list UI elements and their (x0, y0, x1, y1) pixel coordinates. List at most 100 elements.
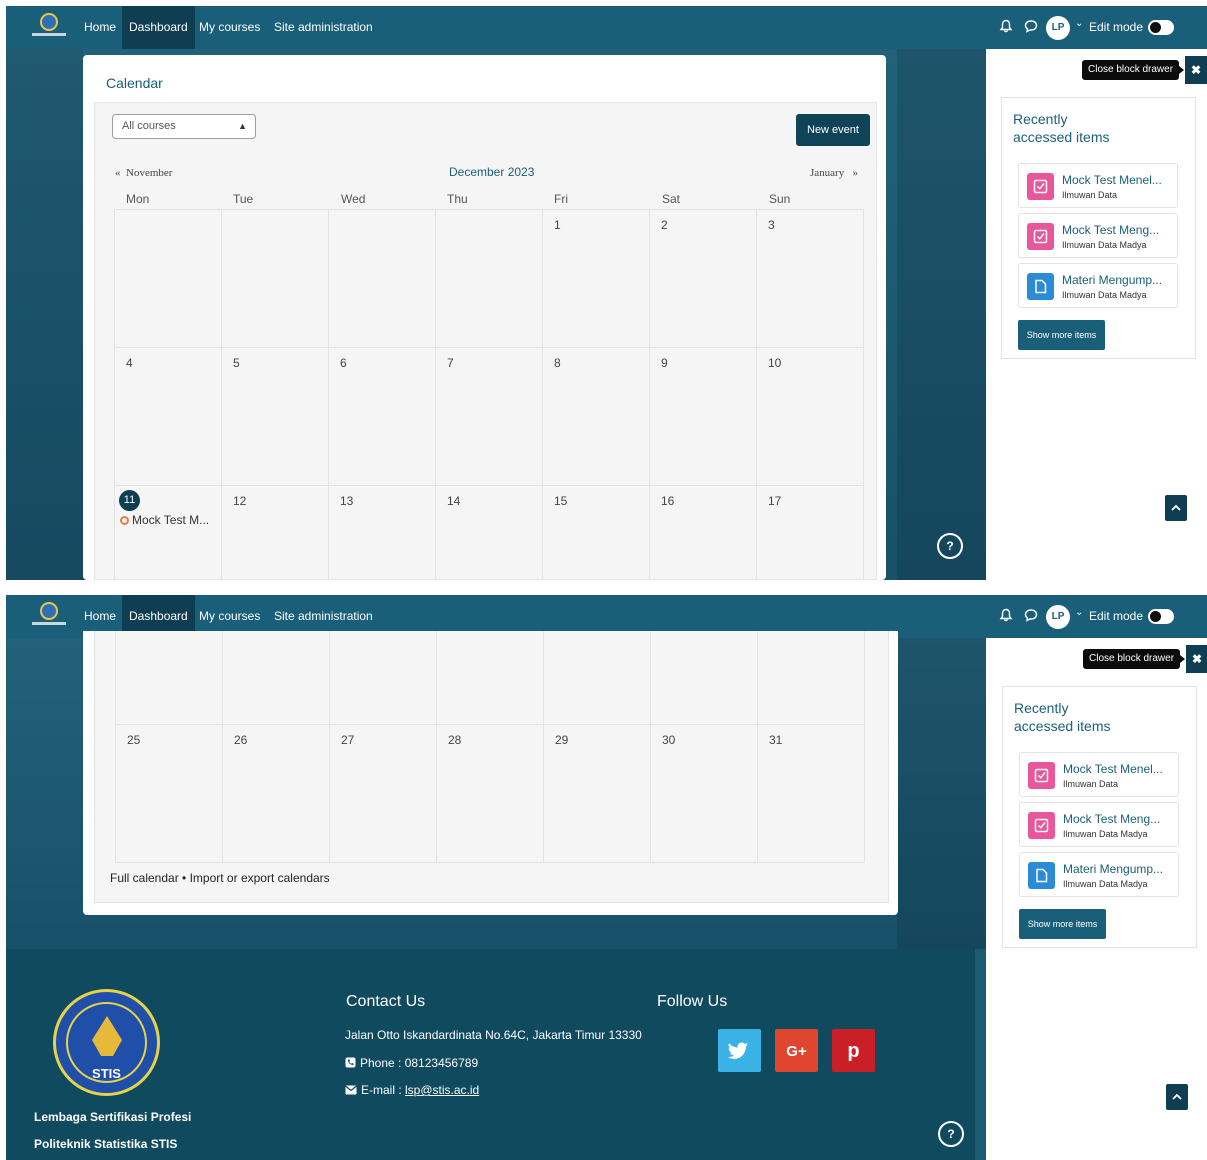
screenshot-bottom: Home Dashboard My courses Site administr… (6, 595, 1207, 1160)
import-export-link[interactable]: Import or export calendars (190, 871, 330, 885)
day-cell[interactable]: 8 (542, 348, 650, 486)
nav-dashboard[interactable]: Dashboard (122, 6, 195, 49)
messages-icon[interactable] (1024, 608, 1038, 622)
show-more-items-button[interactable]: Show more items (1019, 909, 1106, 939)
calendar-footer-links: Full calendar • Import or export calenda… (110, 871, 330, 885)
day-cell[interactable] (757, 631, 865, 725)
day-cell[interactable]: 15 (542, 486, 650, 580)
stis-logo: STIS (53, 989, 160, 1096)
twitter-button[interactable] (718, 1029, 761, 1072)
user-menu-chevron-down-icon[interactable]: ⌄ (1075, 18, 1083, 29)
nav-my-courses[interactable]: My courses (192, 6, 267, 49)
day-number: 25 (127, 733, 141, 747)
recently-accessed-block: Recently accessed items Mock Test Menel..… (1002, 686, 1197, 948)
day-cell[interactable] (650, 631, 758, 725)
recent-item-name: Mock Test Meng... (1062, 223, 1160, 237)
recent-item[interactable]: Mock Test Menel... Ilmuwan Data (1019, 752, 1179, 797)
day-number: 8 (554, 356, 561, 370)
day-cell[interactable]: 16 (649, 486, 757, 580)
day-cell[interactable]: 5 (221, 348, 329, 486)
close-drawer-button[interactable]: ✖ (1185, 56, 1207, 84)
day-cell[interactable] (329, 631, 437, 725)
notification-bell-icon[interactable] (999, 608, 1013, 622)
day-number: 1 (554, 218, 561, 232)
day-cell[interactable]: 10 (756, 348, 864, 486)
course-filter-select[interactable]: All courses ▲︎ (112, 114, 256, 139)
day-number: 13 (340, 494, 354, 508)
day-cell[interactable] (328, 210, 436, 348)
notification-bell-icon[interactable] (999, 19, 1013, 33)
recent-item[interactable]: Mock Test Menel... Ilmuwan Data (1018, 163, 1178, 208)
day-cell[interactable]: 28 (436, 725, 544, 863)
edit-mode-toggle[interactable] (1148, 609, 1174, 624)
recent-item[interactable]: Mock Test Meng... Ilmuwan Data Madya (1018, 213, 1178, 258)
calendar-card: 25 26 27 28 29 30 31 Full calendar • Imp… (83, 631, 898, 915)
contact-heading: Contact Us (346, 993, 426, 1010)
help-button[interactable]: ? (938, 1121, 964, 1147)
day-cell[interactable]: 7 (435, 348, 543, 486)
day-cell[interactable]: 12 (221, 486, 329, 580)
day-cell[interactable]: 27 (329, 725, 437, 863)
nav-site-administration[interactable]: Site administration (267, 6, 380, 49)
day-cell[interactable]: 25 (115, 725, 223, 863)
full-calendar-link[interactable]: Full calendar (110, 871, 179, 885)
recent-item-name: Materi Mengump... (1063, 862, 1164, 876)
day-cell[interactable]: 2 (649, 210, 757, 348)
day-number: 2 (661, 218, 668, 232)
help-button[interactable]: ? (937, 533, 963, 559)
day-cell[interactable]: 26 (222, 725, 330, 863)
day-number: 26 (234, 733, 248, 747)
recent-item[interactable]: Mock Test Meng... Ilmuwan Data Madya (1019, 802, 1179, 847)
scroll-to-top-button[interactable] (1165, 495, 1187, 521)
day-cell[interactable]: 31 (757, 725, 865, 863)
day-cell[interactable]: 9 (649, 348, 757, 486)
edit-mode-label: Edit mode (1089, 609, 1144, 623)
day-cell[interactable] (543, 631, 651, 725)
day-cell[interactable]: 29 (543, 725, 651, 863)
day-cell[interactable] (436, 631, 544, 725)
day-cell[interactable]: 1 (542, 210, 650, 348)
recent-item-name: Mock Test Menel... (1063, 762, 1163, 776)
site-logo[interactable] (30, 13, 70, 41)
scroll-to-top-button[interactable] (1166, 1084, 1188, 1110)
recent-item[interactable]: Materi Mengump... Ilmuwan Data Madya (1018, 263, 1178, 308)
day-cell[interactable]: 14 (435, 486, 543, 580)
user-avatar[interactable]: LP (1046, 16, 1070, 40)
day-cell-today[interactable]: 11 Mock Test M... (114, 486, 222, 580)
day-cell[interactable] (435, 210, 543, 348)
close-drawer-button[interactable]: ✖ (1186, 645, 1207, 673)
day-cell[interactable] (114, 210, 222, 348)
google-plus-button[interactable]: G+ (775, 1029, 818, 1072)
recent-item[interactable]: Materi Mengump... Ilmuwan Data Madya (1019, 852, 1179, 897)
address-text: Jalan Otto Iskandardinata No.64C, Jakart… (345, 1028, 642, 1042)
recently-accessed-block: Recently accessed items Mock Test Menel..… (1001, 97, 1196, 359)
day-cell[interactable]: 30 (650, 725, 758, 863)
next-month-link[interactable]: January » (810, 167, 858, 179)
user-avatar[interactable]: LP (1046, 605, 1070, 629)
day-cell[interactable]: 13 (328, 486, 436, 580)
quiz-icon (1028, 812, 1055, 839)
show-more-items-button[interactable]: Show more items (1018, 320, 1105, 350)
file-icon (1027, 273, 1054, 300)
day-cell[interactable] (115, 631, 223, 725)
day-number: 31 (769, 733, 783, 747)
nav-home[interactable]: Home (77, 6, 123, 49)
day-cell[interactable]: 4 (114, 348, 222, 486)
messages-icon[interactable] (1024, 19, 1038, 33)
recent-item-course: Ilmuwan Data (1063, 779, 1119, 789)
day-cell[interactable] (222, 631, 330, 725)
day-cell[interactable]: 3 (756, 210, 864, 348)
org-name-line1: Lembaga Sertifikasi Profesi (34, 1110, 192, 1124)
user-menu-chevron-down-icon[interactable]: ⌄ (1075, 607, 1083, 618)
edit-mode-toggle[interactable] (1148, 20, 1174, 35)
new-event-button[interactable]: New event (796, 114, 870, 146)
recent-item-name: Materi Mengump... (1062, 273, 1163, 287)
site-logo[interactable] (30, 602, 70, 630)
prev-month-link[interactable]: « November (115, 167, 172, 179)
email-link[interactable]: lsp@stis.ac.id (405, 1083, 479, 1097)
calendar-event[interactable]: Mock Test M... (120, 513, 209, 527)
day-cell[interactable]: 17 (756, 486, 864, 580)
pinterest-button[interactable]: p (832, 1029, 875, 1072)
day-cell[interactable]: 6 (328, 348, 436, 486)
day-cell[interactable] (221, 210, 329, 348)
